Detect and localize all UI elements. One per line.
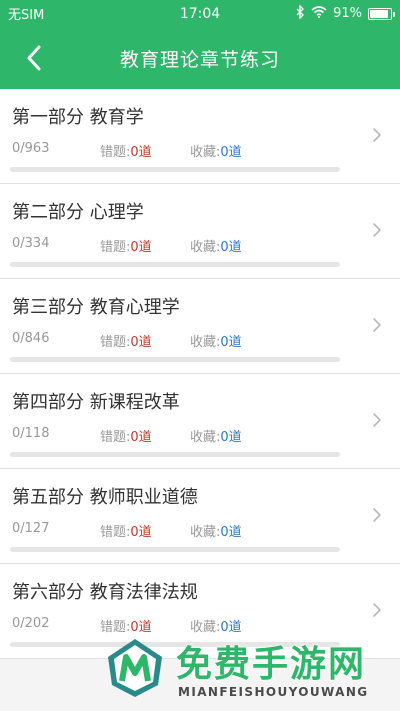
- favorite-count: 收藏:0道: [190, 141, 242, 160]
- favorite-count: 收藏:0道: [190, 521, 242, 540]
- watermark-logo-icon: [108, 639, 162, 697]
- favorite-label: 收藏:: [190, 145, 221, 160]
- section-title: 第二部分 心理学: [12, 202, 144, 223]
- wrong-count: 错题:0道: [100, 521, 152, 540]
- battery-percent: 91%: [333, 6, 362, 21]
- section-progress-text: 0/334: [12, 236, 50, 251]
- wrong-label: 错题:: [100, 145, 131, 160]
- favorite-label: 收藏:: [190, 240, 221, 255]
- progress-bar: [10, 167, 340, 172]
- wrong-value: 0道: [130, 430, 152, 445]
- section-row[interactable]: 第五部分 教师职业道德 0/127 错题:0道 收藏:0道: [0, 469, 400, 564]
- progress-bar: [10, 547, 340, 552]
- chevron-right-icon: [373, 413, 381, 427]
- wrong-count: 错题:0道: [100, 426, 152, 445]
- favorite-value: 0道: [220, 430, 242, 445]
- section-title: 第三部分 教育心理学: [12, 297, 180, 318]
- wrong-value: 0道: [130, 145, 152, 160]
- watermark: 免费手游网 MIANFEISHOUYOUWANG: [96, 633, 400, 711]
- chevron-right-icon: [373, 318, 381, 332]
- section-title: 第五部分 教师职业道德: [12, 487, 198, 508]
- status-bar: 无SIM 17:04 91%: [0, 0, 400, 27]
- watermark-title: 免费手游网: [176, 644, 367, 685]
- header-bar: 教育理论章节练习: [0, 27, 400, 89]
- section-progress-text: 0/202: [12, 616, 50, 631]
- favorite-label: 收藏:: [190, 430, 221, 445]
- wrong-value: 0道: [130, 525, 152, 540]
- section-list: 第一部分 教育学 0/963 错题:0道 收藏:0道 第二部分 心理学 0/33…: [0, 89, 400, 659]
- chevron-right-icon: [373, 508, 381, 522]
- page-title: 教育理论章节练习: [119, 48, 280, 71]
- battery-icon: [368, 7, 395, 20]
- wrong-label: 错题:: [100, 525, 131, 540]
- section-row[interactable]: 第一部分 教育学 0/963 错题:0道 收藏:0道: [0, 89, 400, 184]
- chevron-right-icon: [373, 223, 381, 237]
- section-progress-text: 0/127: [12, 521, 50, 536]
- wrong-value: 0道: [130, 335, 152, 350]
- favorite-value: 0道: [220, 145, 242, 160]
- wrong-label: 错题:: [100, 430, 131, 445]
- section-title: 第一部分 教育学: [12, 107, 144, 128]
- status-icons: 91%: [272, 3, 395, 23]
- section-progress-text: 0/963: [12, 141, 50, 156]
- chevron-right-icon: [373, 128, 381, 142]
- favorite-label: 收藏:: [190, 525, 221, 540]
- bluetooth-icon: [296, 3, 305, 23]
- section-title: 第四部分 新课程改革: [12, 392, 180, 413]
- progress-bar: [10, 357, 340, 362]
- wrong-count: 错题:0道: [100, 141, 152, 160]
- section-title: 第六部分 教育法律法规: [12, 582, 198, 603]
- progress-bar: [10, 452, 340, 457]
- wrong-label: 错题:: [100, 240, 131, 255]
- clock: 17:04: [179, 5, 221, 22]
- wrong-count: 错题:0道: [100, 236, 152, 255]
- section-row[interactable]: 第三部分 教育心理学 0/846 错题:0道 收藏:0道: [0, 279, 400, 374]
- wifi-icon: [311, 5, 327, 22]
- back-button[interactable]: [14, 27, 54, 89]
- favorite-value: 0道: [220, 335, 242, 350]
- carrier-label: 无SIM: [8, 8, 45, 23]
- wrong-count: 错题:0道: [100, 331, 152, 350]
- watermark-subtitle: MIANFEISHOUYOUWANG: [178, 685, 369, 699]
- favorite-label: 收藏:: [190, 335, 221, 350]
- wrong-label: 错题:: [100, 335, 131, 350]
- favorite-count: 收藏:0道: [190, 331, 242, 350]
- section-row[interactable]: 第四部分 新课程改革 0/118 错题:0道 收藏:0道: [0, 374, 400, 469]
- favorite-value: 0道: [220, 240, 242, 255]
- section-progress-text: 0/846: [12, 331, 50, 346]
- favorite-value: 0道: [220, 525, 242, 540]
- wrong-value: 0道: [130, 240, 152, 255]
- back-arrow-icon: [27, 45, 41, 71]
- chevron-right-icon: [373, 603, 381, 617]
- battery-fill: [370, 9, 389, 18]
- favorite-count: 收藏:0道: [190, 236, 242, 255]
- favorite-count: 收藏:0道: [190, 426, 242, 445]
- progress-bar: [10, 262, 340, 267]
- section-row[interactable]: 第二部分 心理学 0/334 错题:0道 收藏:0道: [0, 184, 400, 279]
- section-progress-text: 0/118: [12, 426, 50, 441]
